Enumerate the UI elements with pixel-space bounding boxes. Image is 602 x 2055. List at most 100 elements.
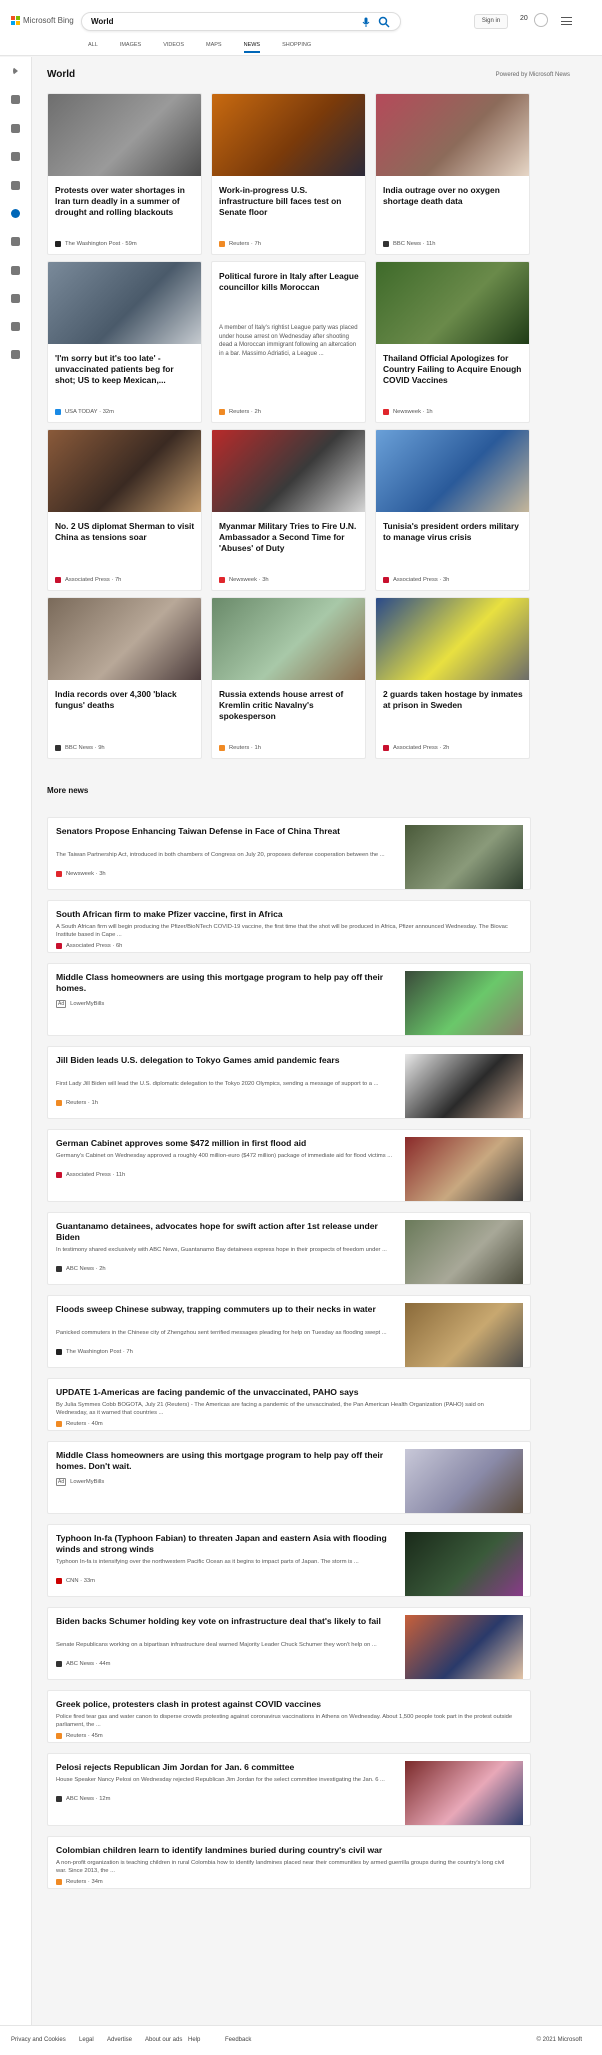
bing-logo[interactable]: Microsoft Bing — [11, 16, 74, 25]
news-card-image[interactable] — [212, 598, 365, 680]
globe-icon[interactable] — [11, 209, 20, 218]
hamburger-menu-icon[interactable] — [561, 17, 572, 25]
news-card-image[interactable] — [212, 94, 365, 176]
news-card-title[interactable]: No. 2 US diplomat Sherman to visit China… — [55, 521, 195, 543]
flag-icon[interactable] — [11, 152, 20, 161]
news-list-item[interactable]: Biden backs Schumer holding key vote on … — [47, 1607, 531, 1680]
news-card-image[interactable] — [376, 598, 529, 680]
news-item-thumbnail[interactable] — [405, 1220, 523, 1284]
news-card[interactable]: India records over 4,300 'black fungus' … — [47, 597, 202, 759]
science-icon[interactable] — [11, 237, 20, 246]
news-item-thumbnail[interactable] — [405, 1054, 523, 1118]
footer-link[interactable]: Help — [188, 2037, 200, 2043]
sign-in-button[interactable]: Sign in — [474, 14, 508, 29]
news-item-title[interactable]: Biden backs Schumer holding key vote on … — [56, 1616, 396, 1627]
news-list-item[interactable]: UPDATE 1-Americas are facing pandemic of… — [47, 1378, 531, 1431]
news-item-thumbnail[interactable] — [405, 1615, 523, 1679]
news-item-title[interactable]: Floods sweep Chinese subway, trapping co… — [56, 1304, 396, 1315]
news-card-title[interactable]: Work-in-progress U.S. infrastructure bil… — [219, 185, 359, 218]
tab-images[interactable]: IMAGES — [120, 42, 141, 53]
rocket-icon[interactable] — [11, 266, 20, 275]
wallet-icon[interactable] — [11, 350, 20, 359]
news-card-image[interactable] — [376, 430, 529, 512]
news-card-title[interactable]: Political furore in Italy after League c… — [219, 271, 359, 293]
news-item-title[interactable]: Middle Class homeowners are using this m… — [56, 972, 396, 994]
news-card-title[interactable]: 2 guards taken hostage by inmates at pri… — [383, 689, 523, 711]
footer-link[interactable]: Feedback — [225, 2037, 251, 2043]
news-card-image[interactable] — [376, 262, 529, 344]
news-list-item[interactable]: Pelosi rejects Republican Jim Jordan for… — [47, 1753, 531, 1826]
news-list-item[interactable]: South African firm to make Pfizer vaccin… — [47, 900, 531, 953]
news-card-image[interactable] — [376, 94, 529, 176]
tab-news[interactable]: NEWS — [243, 42, 261, 53]
news-list-item[interactable]: Guantanamo detainees, advocates hope for… — [47, 1212, 531, 1285]
news-card-title[interactable]: Tunisia's president orders military to m… — [383, 521, 523, 543]
news-card-title[interactable]: Thailand Official Apologizes for Country… — [383, 353, 523, 386]
news-item-title[interactable]: Pelosi rejects Republican Jim Jordan for… — [56, 1762, 396, 1773]
news-list-item[interactable]: Jill Biden leads U.S. delegation to Toky… — [47, 1046, 531, 1119]
news-card[interactable]: Political furore in Italy after League c… — [211, 261, 366, 423]
news-card-image[interactable] — [48, 94, 201, 176]
news-card-title[interactable]: Protests over water shortages in Iran tu… — [55, 185, 195, 218]
news-list-item[interactable]: Greek police, protesters clash in protes… — [47, 1690, 531, 1743]
news-card[interactable]: India outrage over no oxygen shortage de… — [375, 93, 530, 255]
location-icon[interactable] — [11, 181, 20, 190]
news-card[interactable]: No. 2 US diplomat Sherman to visit China… — [47, 429, 202, 591]
news-list-item[interactable]: Typhoon In-fa (Typhoon Fabian) to threat… — [47, 1524, 531, 1597]
microphone-icon[interactable] — [360, 16, 372, 28]
news-list-item[interactable]: Floods sweep Chinese subway, trapping co… — [47, 1295, 531, 1368]
news-card-image[interactable] — [48, 262, 201, 344]
news-card-title[interactable]: 'I'm sorry but it's too late' - unvaccin… — [55, 353, 195, 386]
news-card-title[interactable]: Myanmar Military Tries to Fire U.N. Amba… — [219, 521, 359, 554]
news-card-title[interactable]: India records over 4,300 'black fungus' … — [55, 689, 195, 711]
news-card[interactable]: Russia extends house arrest of Kremlin c… — [211, 597, 366, 759]
tab-videos[interactable]: VIDEOS — [163, 42, 184, 53]
news-list-item[interactable]: Senators Propose Enhancing Taiwan Defens… — [47, 817, 531, 890]
news-item-title[interactable]: Middle Class homeowners are using this m… — [56, 1450, 396, 1472]
news-item-title[interactable]: UPDATE 1-Americas are facing pandemic of… — [56, 1387, 516, 1398]
news-item-thumbnail[interactable] — [405, 971, 523, 1035]
building-icon[interactable] — [11, 322, 20, 331]
news-list-item[interactable]: Colombian children learn to identify lan… — [47, 1836, 531, 1889]
footer-link[interactable]: Advertise — [107, 2037, 132, 2043]
news-list-item[interactable]: Middle Class homeowners are using this m… — [47, 1441, 531, 1514]
news-item-title[interactable]: Typhoon In-fa (Typhoon Fabian) to threat… — [56, 1533, 396, 1555]
news-item-thumbnail[interactable] — [405, 1761, 523, 1825]
news-item-thumbnail[interactable] — [405, 1532, 523, 1596]
home-icon[interactable] — [11, 95, 20, 104]
news-item-title[interactable]: Senators Propose Enhancing Taiwan Defens… — [56, 826, 396, 837]
news-card[interactable]: Thailand Official Apologizes for Country… — [375, 261, 530, 423]
tab-all[interactable]: ALL — [88, 42, 98, 53]
news-item-thumbnail[interactable] — [405, 1449, 523, 1513]
news-card-image[interactable] — [212, 430, 365, 512]
news-item-title[interactable]: South African firm to make Pfizer vaccin… — [56, 909, 516, 920]
search-input[interactable]: World — [91, 17, 114, 26]
rewards-icon[interactable] — [534, 13, 548, 27]
rewards-count[interactable]: 20 — [520, 15, 528, 22]
news-item-thumbnail[interactable] — [405, 1137, 523, 1201]
footer-link[interactable]: Legal — [79, 2037, 94, 2043]
news-card-image[interactable] — [48, 430, 201, 512]
news-card[interactable]: Work-in-progress U.S. infrastructure bil… — [211, 93, 366, 255]
news-item-title[interactable]: German Cabinet approves some $472 millio… — [56, 1138, 396, 1149]
news-list-item[interactable]: Middle Class homeowners are using this m… — [47, 963, 531, 1036]
news-card[interactable]: 'I'm sorry but it's too late' - unvaccin… — [47, 261, 202, 423]
tv-icon[interactable] — [11, 294, 20, 303]
footer-link[interactable]: About our ads — [145, 2037, 182, 2043]
footer-link[interactable]: Privacy and Cookies — [11, 2037, 66, 2043]
news-card[interactable]: 2 guards taken hostage by inmates at pri… — [375, 597, 530, 759]
news-item-thumbnail[interactable] — [405, 825, 523, 889]
news-item-title[interactable]: Colombian children learn to identify lan… — [56, 1845, 516, 1856]
news-card-image[interactable] — [48, 598, 201, 680]
news-card[interactable]: Protests over water shortages in Iran tu… — [47, 93, 202, 255]
news-item-thumbnail[interactable] — [405, 1303, 523, 1367]
news-card[interactable]: Myanmar Military Tries to Fire U.N. Amba… — [211, 429, 366, 591]
search-box[interactable]: World — [81, 12, 401, 31]
news-card-title[interactable]: Russia extends house arrest of Kremlin c… — [219, 689, 359, 722]
tools-icon[interactable] — [11, 124, 20, 133]
news-card[interactable]: Tunisia's president orders military to m… — [375, 429, 530, 591]
news-card-title[interactable]: India outrage over no oxygen shortage de… — [383, 185, 523, 207]
news-item-title[interactable]: Jill Biden leads U.S. delegation to Toky… — [56, 1055, 396, 1066]
news-item-title[interactable]: Greek police, protesters clash in protes… — [56, 1699, 516, 1710]
search-icon[interactable] — [378, 16, 390, 28]
